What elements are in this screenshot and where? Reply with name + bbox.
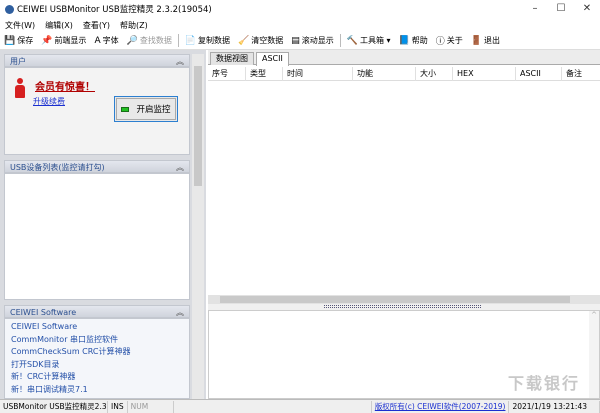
about-icon: ⓘ <box>435 37 445 47</box>
save-label: 保存 <box>17 36 34 45</box>
data-area: 数据视图 ASCII 序号 类型 时间 功能 大小 HEX ASCII 备注 ^ <box>208 50 600 399</box>
status-bar: USBMonitor USB监控精灵2.3.2 INS NUM 版权所有(c) … <box>0 399 600 413</box>
help-icon: 📘 <box>398 35 410 46</box>
tab-bar: 数据视图 ASCII <box>208 50 600 66</box>
font-icon: A <box>94 35 101 46</box>
about-button[interactable]: ⓘ 关于 <box>432 34 467 47</box>
scroll-thumb[interactable] <box>194 66 202 186</box>
left-panel: 用户 ︽ 会员有惊喜！ 升级续费 开启监控 USB设备列表(监控请打勾) ︽ CEI… <box>0 50 206 399</box>
help-button[interactable]: 📘 帮助 <box>395 35 432 46</box>
clear-button[interactable]: 🧹 清空数据 <box>234 35 287 46</box>
find-button[interactable]: 🔎 查找数据 <box>123 35 176 46</box>
find-icon: 🔎 <box>126 35 138 46</box>
copy-button[interactable]: 📄 复制数据 <box>181 35 234 46</box>
copy-icon: 📄 <box>184 35 197 46</box>
copyright-link[interactable]: 版权所有(c) CEIWEI软件(2007-2019) <box>372 400 510 413</box>
column-header-cell[interactable]: ASCII <box>516 67 562 81</box>
minimize-button[interactable]: – <box>522 0 548 18</box>
renew-link[interactable]: 升级续费 <box>33 96 65 107</box>
usb-panel-header[interactable]: USB设备列表(监控请打勾) ︽ <box>4 160 190 173</box>
column-header-cell[interactable]: 类型 <box>246 67 283 81</box>
software-links: CEIWEI Software CommMonitor 串口监控软件 CommChe… <box>4 318 190 399</box>
topmost-icon: 📌 <box>41 35 53 46</box>
software-link[interactable]: CEIWEI Software <box>5 321 189 334</box>
exit-label: 退出 <box>484 36 501 45</box>
status-num: NUM <box>128 400 174 413</box>
toolbar-separator <box>177 34 179 47</box>
vip-link[interactable]: 会员有惊喜！ <box>35 78 95 93</box>
column-header-cell[interactable]: 大小 <box>416 67 453 81</box>
column-header-cell[interactable]: 功能 <box>353 67 416 81</box>
column-header-cell[interactable]: 序号 <box>208 67 246 81</box>
font-button[interactable]: A 字体 <box>90 35 122 46</box>
vertical-scrollbar[interactable]: ^ <box>589 311 599 398</box>
save-button[interactable]: 💾 保存 <box>0 35 37 46</box>
status-spacer <box>174 400 372 413</box>
save-icon: 💾 <box>4 35 16 46</box>
horizontal-scrollbar[interactable] <box>208 295 600 304</box>
software-panel-header[interactable]: CEIWEI Software ︽ <box>4 305 190 318</box>
topmost-button[interactable]: 📌 前端显示 <box>37 35 90 46</box>
status-datetime: 2021/1/19 13:21:43 <box>509 400 600 413</box>
software-link[interactable]: CommMonitor 串口监控软件 <box>5 334 189 347</box>
clear-label: 清空数据 <box>251 36 284 45</box>
user-panel-header[interactable]: 用户 ︽ <box>4 54 190 67</box>
app-icon <box>5 4 14 14</box>
toolbar: 💾 保存 📌 前端显示 A 字体 🔎 查找数据 📄 复制数据 🧹 清空数据 ▤ 滚动显示 🔨 工具箱 ▾ 📘 帮助… <box>0 32 600 50</box>
toolbox-label: 工具箱 ▾ <box>360 36 391 45</box>
scroll-icon: ▤ <box>291 35 300 46</box>
copy-label: 复制数据 <box>198 36 231 45</box>
menu-view[interactable]: 查看(Y) <box>78 20 115 31</box>
title-bar: CEIWEI USBMonitor USB监控精灵 2.3.2(19054) –… <box>0 0 600 18</box>
user-icon <box>15 78 25 98</box>
toolbox-button[interactable]: 🔨 工具箱 ▾ <box>343 35 395 46</box>
toolbar-separator <box>339 34 341 47</box>
column-header: 序号 类型 时间 功能 大小 HEX ASCII 备注 <box>208 67 600 81</box>
topmost-label: 前端显示 <box>54 36 87 45</box>
start-monitor-label: 开启监控 <box>136 105 171 115</box>
start-monitor-button[interactable]: 开启监控 <box>114 96 178 122</box>
about-label: 关于 <box>446 36 463 45</box>
menu-file[interactable]: 文件(W) <box>0 20 40 31</box>
watermark: 下载银行 <box>507 374 580 393</box>
find-label: 查找数据 <box>139 36 172 45</box>
window-title: CEIWEI USBMonitor USB监控精灵 2.3.2(19054) <box>17 5 212 15</box>
status-app: USBMonitor USB监控精灵2.3.2 <box>0 400 108 413</box>
tab-ascii[interactable]: ASCII <box>256 52 289 66</box>
status-ins: INS <box>108 400 128 413</box>
menu-bar: 文件(W) 编辑(X) 查看(Y) 帮助(Z) <box>0 18 600 32</box>
scroll-thumb[interactable] <box>220 296 570 303</box>
software-panel-title: CEIWEI Software <box>10 308 77 317</box>
menu-help[interactable]: 帮助(Z) <box>115 20 153 31</box>
exit-icon: 🚪 <box>470 35 483 46</box>
maximize-button[interactable]: ☐ <box>548 0 574 18</box>
user-panel-title: 用户 <box>10 57 26 66</box>
menu-edit[interactable]: 编辑(X) <box>40 20 78 31</box>
software-link[interactable]: 新！CRC计算神器 <box>5 371 189 384</box>
tab-data-view[interactable]: 数据视图 <box>210 52 254 65</box>
column-header-cell[interactable]: 备注 <box>562 67 600 81</box>
usb-device-list[interactable] <box>4 173 190 300</box>
left-scrollbar[interactable] <box>192 54 204 399</box>
help-label: 帮助 <box>411 36 428 45</box>
close-button[interactable]: ✕ <box>574 0 600 18</box>
status-led-icon <box>121 106 130 112</box>
software-link[interactable]: 新！串口调试精灵7.1 <box>5 384 189 397</box>
column-header-cell[interactable]: 时间 <box>283 67 353 81</box>
exit-button[interactable]: 🚪 退出 <box>467 35 504 46</box>
scroll-button[interactable]: ▤ 滚动显示 <box>287 35 338 46</box>
software-link[interactable]: CommCheckSum CRC计算神器 <box>5 346 189 359</box>
software-link[interactable]: 打开SDK目录 <box>5 359 189 372</box>
font-label: 字体 <box>102 36 119 45</box>
usb-panel-title: USB设备列表(监控请打勾) <box>10 163 105 172</box>
clear-icon: 🧹 <box>238 35 250 46</box>
scroll-label: 滚动显示 <box>301 36 334 45</box>
user-panel: 会员有惊喜！ 升级续费 开启监控 <box>4 67 190 155</box>
splitter-grip[interactable] <box>324 305 481 308</box>
toolbox-icon: 🔨 <box>346 35 358 46</box>
column-header-cell[interactable]: HEX <box>453 67 516 81</box>
